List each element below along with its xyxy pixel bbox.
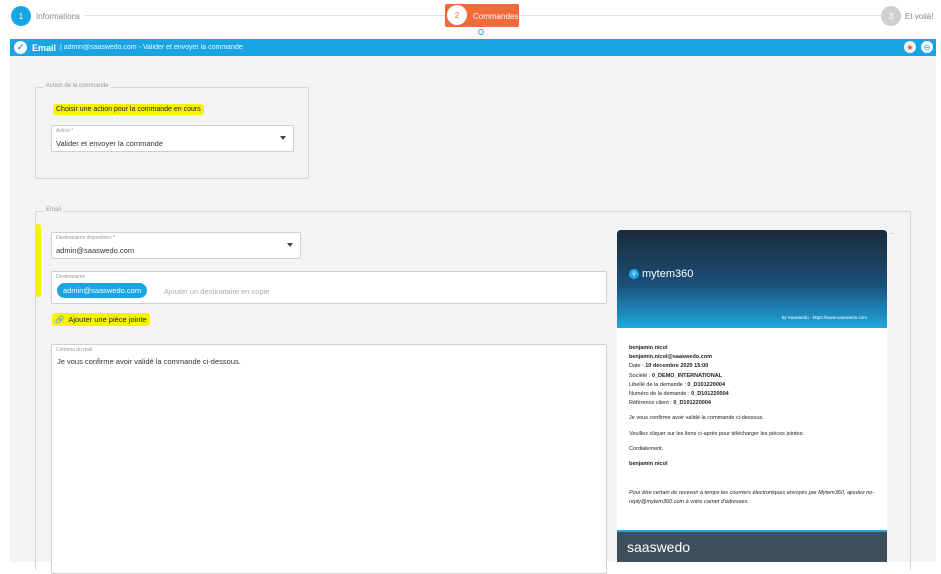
cc-input-placeholder[interactable]: Ajouter un destinataire en copie <box>164 287 270 296</box>
step-3-circle[interactable]: 3 <box>881 6 901 26</box>
action-hint: Choisir une action pour la commande en c… <box>53 104 204 115</box>
chevron-down-icon <box>287 243 293 247</box>
preview-email: benjamin.nicol@saaswedo.com <box>629 354 712 361</box>
mail-content-label: Contenu du mail <box>56 347 93 353</box>
step-1-circle[interactable]: 1 <box>11 6 31 26</box>
preview-line-2: Veuillez cliquer sur les liens ci-après … <box>629 430 804 437</box>
preview-footer: saaswedo <box>617 530 887 562</box>
recipients-field-label: Destinataires <box>56 274 86 280</box>
action-select[interactable]: Action * Valider et envoyer la commande <box>51 125 294 152</box>
step-2-label: Commandes <box>473 12 519 21</box>
preview-number: 0_D101220004 <box>691 391 729 398</box>
stepper: 1 Informations 2 Commandes 3 Et voilà! <box>0 0 941 38</box>
step-1-label[interactable]: Informations <box>36 12 80 21</box>
email-preview: ǫ mytem360 by Saaswedo - https://www.saa… <box>617 230 887 562</box>
action-section-legend: Action de la commande <box>44 83 111 89</box>
mail-content-editor[interactable]: Contenu du mail Je vous confirme avoir v… <box>51 344 607 574</box>
preview-ref-label: Référence client : <box>629 400 672 407</box>
step-2-active[interactable]: 2 Commandes <box>445 4 519 27</box>
main-content: Action de la commande Choisir une action… <box>10 56 936 574</box>
recipients-select-value: admin@saaswedo.com <box>56 246 135 255</box>
preview-request-label: Libellé de la demande : <box>629 381 686 388</box>
chevron-up-icon[interactable]: ⌃ <box>890 232 895 239</box>
recipient-chip[interactable]: admin@saaswedo.com <box>57 283 148 298</box>
logo-icon: ǫ <box>629 269 639 279</box>
step-connector <box>85 15 445 16</box>
preview-company: 0_DEMO_INTERNATIONAL <box>651 372 723 379</box>
mail-content-text[interactable]: Je vous confirme avoir validé la command… <box>57 357 241 366</box>
saaswedo-logo: saaswedo <box>627 539 691 555</box>
panel-subtitle: | admin@saaswedo.com - Valider et envoye… <box>60 44 243 51</box>
preview-byline: by Saaswedo - https://www.saaswedo.com <box>781 315 867 320</box>
action-section: Action de la commande Choisir une action… <box>35 83 309 179</box>
preview-name: benjamin nicol <box>629 345 668 351</box>
mytem360-logo: ǫ mytem360 <box>629 268 693 280</box>
preview-line-1: Je vous confirme avoir validé la command… <box>629 415 764 422</box>
highlight-mark <box>35 224 41 297</box>
check-icon: ✓ <box>14 41 27 54</box>
action-select-value: Valider et envoyer la commande <box>56 139 163 148</box>
step-3-label[interactable]: Et voilà! <box>905 12 933 21</box>
preview-company-label: Société : <box>629 372 651 379</box>
email-section-legend: Email <box>44 207 64 213</box>
paperclip-icon: 🔗 <box>55 315 65 324</box>
preview-signature: benjamin nicol <box>629 461 668 468</box>
preview-date-label: Date : <box>629 363 644 370</box>
chevron-down-icon <box>280 136 286 140</box>
collapse-icon[interactable]: ⊖ <box>921 41 933 53</box>
recipients-select-label: Destinataires disponibles * <box>56 235 115 241</box>
recipients-select[interactable]: Destinataires disponibles * admin@saaswe… <box>51 232 301 259</box>
step-indicator-dot <box>478 29 484 35</box>
logo-text: mytem360 <box>642 268 694 280</box>
preview-number-label: Numéro de la demande : <box>629 391 690 398</box>
email-panel-header: ✓ Email | admin@saaswedo.com - Valider e… <box>10 39 936 56</box>
preview-body: benjamin nicol benjamin.nicol@saaswedo.c… <box>629 344 879 508</box>
add-attachment-button[interactable]: 🔗 Ajouter une pièce jointe <box>52 313 150 326</box>
star-icon[interactable]: ★ <box>904 41 916 53</box>
action-select-label: Action * <box>56 128 74 134</box>
preview-date: 10 décembre 2020 15:00 <box>645 363 709 370</box>
preview-header: ǫ mytem360 by Saaswedo - https://www.saa… <box>617 230 887 328</box>
step-connector <box>519 15 881 16</box>
panel-title: Email <box>32 42 57 53</box>
preview-ref: 0_D101220004 <box>673 400 711 407</box>
preview-notice: Pour être certain de recevoir à temps le… <box>629 490 875 506</box>
recipients-field[interactable]: Destinataires admin@saaswedo.com Ajouter… <box>51 271 607 304</box>
preview-request: 0_D101220004 <box>687 381 726 388</box>
step-2-circle: 2 <box>447 5 467 25</box>
add-attachment-label: Ajouter une pièce jointe <box>68 315 147 324</box>
preview-line-3: Cordialement, <box>629 445 664 452</box>
